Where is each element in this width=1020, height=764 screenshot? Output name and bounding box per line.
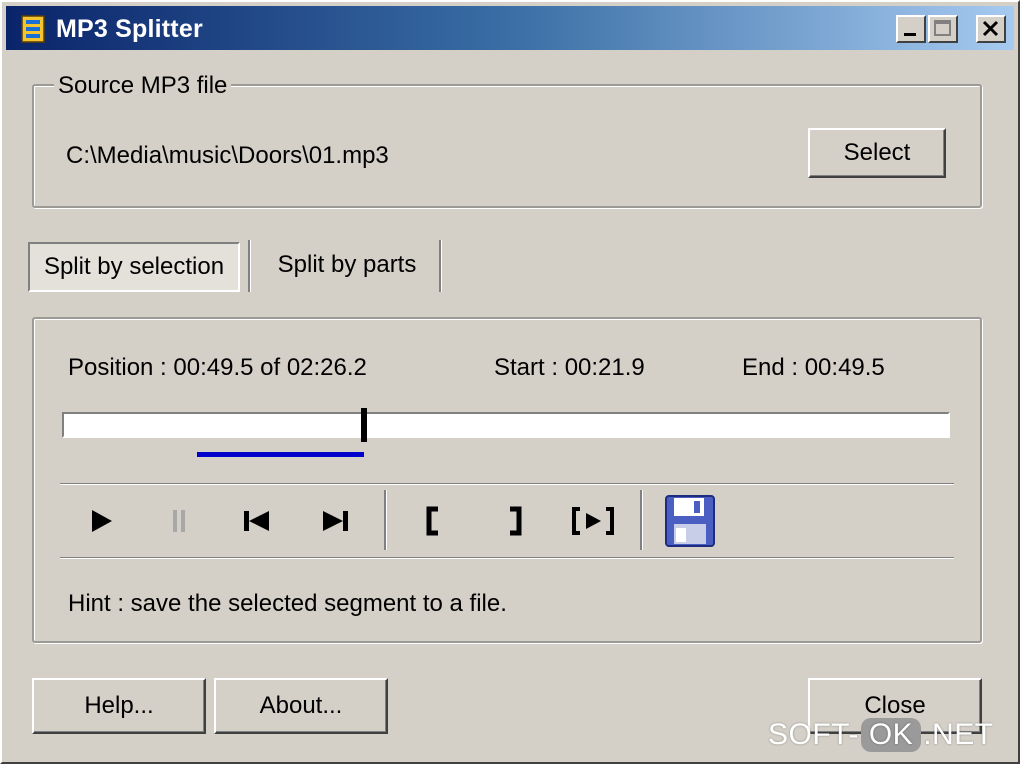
tab-divider: [248, 240, 251, 292]
toolbar-divider: [640, 490, 643, 550]
start-readout: Start : 00:21.9: [494, 354, 645, 381]
skip-back-icon: [244, 511, 269, 531]
title-bar[interactable]: MP3 Splitter: [6, 6, 1014, 50]
select-button[interactable]: Select: [808, 128, 946, 178]
main-window: MP3 Splitter Source MP3 file C:\Media\mu…: [0, 0, 1020, 764]
toolbar-bottom-divider: [60, 557, 954, 559]
selection-range-bar: [196, 452, 364, 457]
skip-back-button[interactable]: [232, 496, 282, 546]
source-path: C:\Media\music\Doors\01.mp3: [66, 142, 389, 169]
tab-split-by-parts[interactable]: Split by parts: [258, 240, 436, 290]
close-icon: [982, 20, 999, 37]
play-selection-icon: [572, 507, 614, 535]
help-button[interactable]: Help...: [32, 678, 206, 734]
save-icon: [665, 495, 715, 547]
maximize-button[interactable]: [928, 15, 958, 43]
set-end-button[interactable]: [490, 496, 540, 546]
play-icon: [92, 510, 112, 532]
save-button[interactable]: [662, 492, 718, 550]
watermark: SOFT- OK .NET: [768, 718, 994, 752]
hint-text: Hint : save the selected segment to a fi…: [68, 590, 507, 617]
app-icon: [21, 15, 45, 43]
set-start-icon: [426, 506, 438, 536]
position-marker[interactable]: [360, 408, 367, 442]
watermark-right: .NET: [923, 718, 994, 751]
toolbar-top-divider: [60, 483, 954, 485]
about-button[interactable]: About...: [214, 678, 388, 734]
set-start-button[interactable]: [408, 496, 458, 546]
watermark-box: OK: [860, 718, 922, 752]
position-readout: Position : 00:49.5 of 02:26.2: [68, 354, 367, 381]
watermark-left: SOFT-: [768, 718, 859, 751]
end-readout: End : 00:49.5: [742, 354, 885, 381]
pause-button[interactable]: [154, 496, 204, 546]
skip-forward-button[interactable]: [310, 496, 360, 546]
play-button[interactable]: [76, 496, 126, 546]
pause-icon: [173, 510, 185, 532]
position-track[interactable]: [62, 412, 950, 438]
skip-forward-icon: [323, 511, 348, 531]
source-legend: Source MP3 file: [54, 72, 232, 100]
minimize-icon: [904, 33, 916, 36]
maximize-icon: [934, 20, 951, 36]
tab-split-by-selection[interactable]: Split by selection: [28, 242, 240, 292]
close-window-button[interactable]: [976, 15, 1006, 43]
play-selection-button[interactable]: [568, 496, 618, 546]
set-end-icon: [510, 506, 522, 536]
toolbar-divider: [384, 490, 387, 550]
tab-divider: [439, 240, 442, 292]
window-title: MP3 Splitter: [56, 15, 203, 43]
minimize-button[interactable]: [896, 15, 926, 43]
